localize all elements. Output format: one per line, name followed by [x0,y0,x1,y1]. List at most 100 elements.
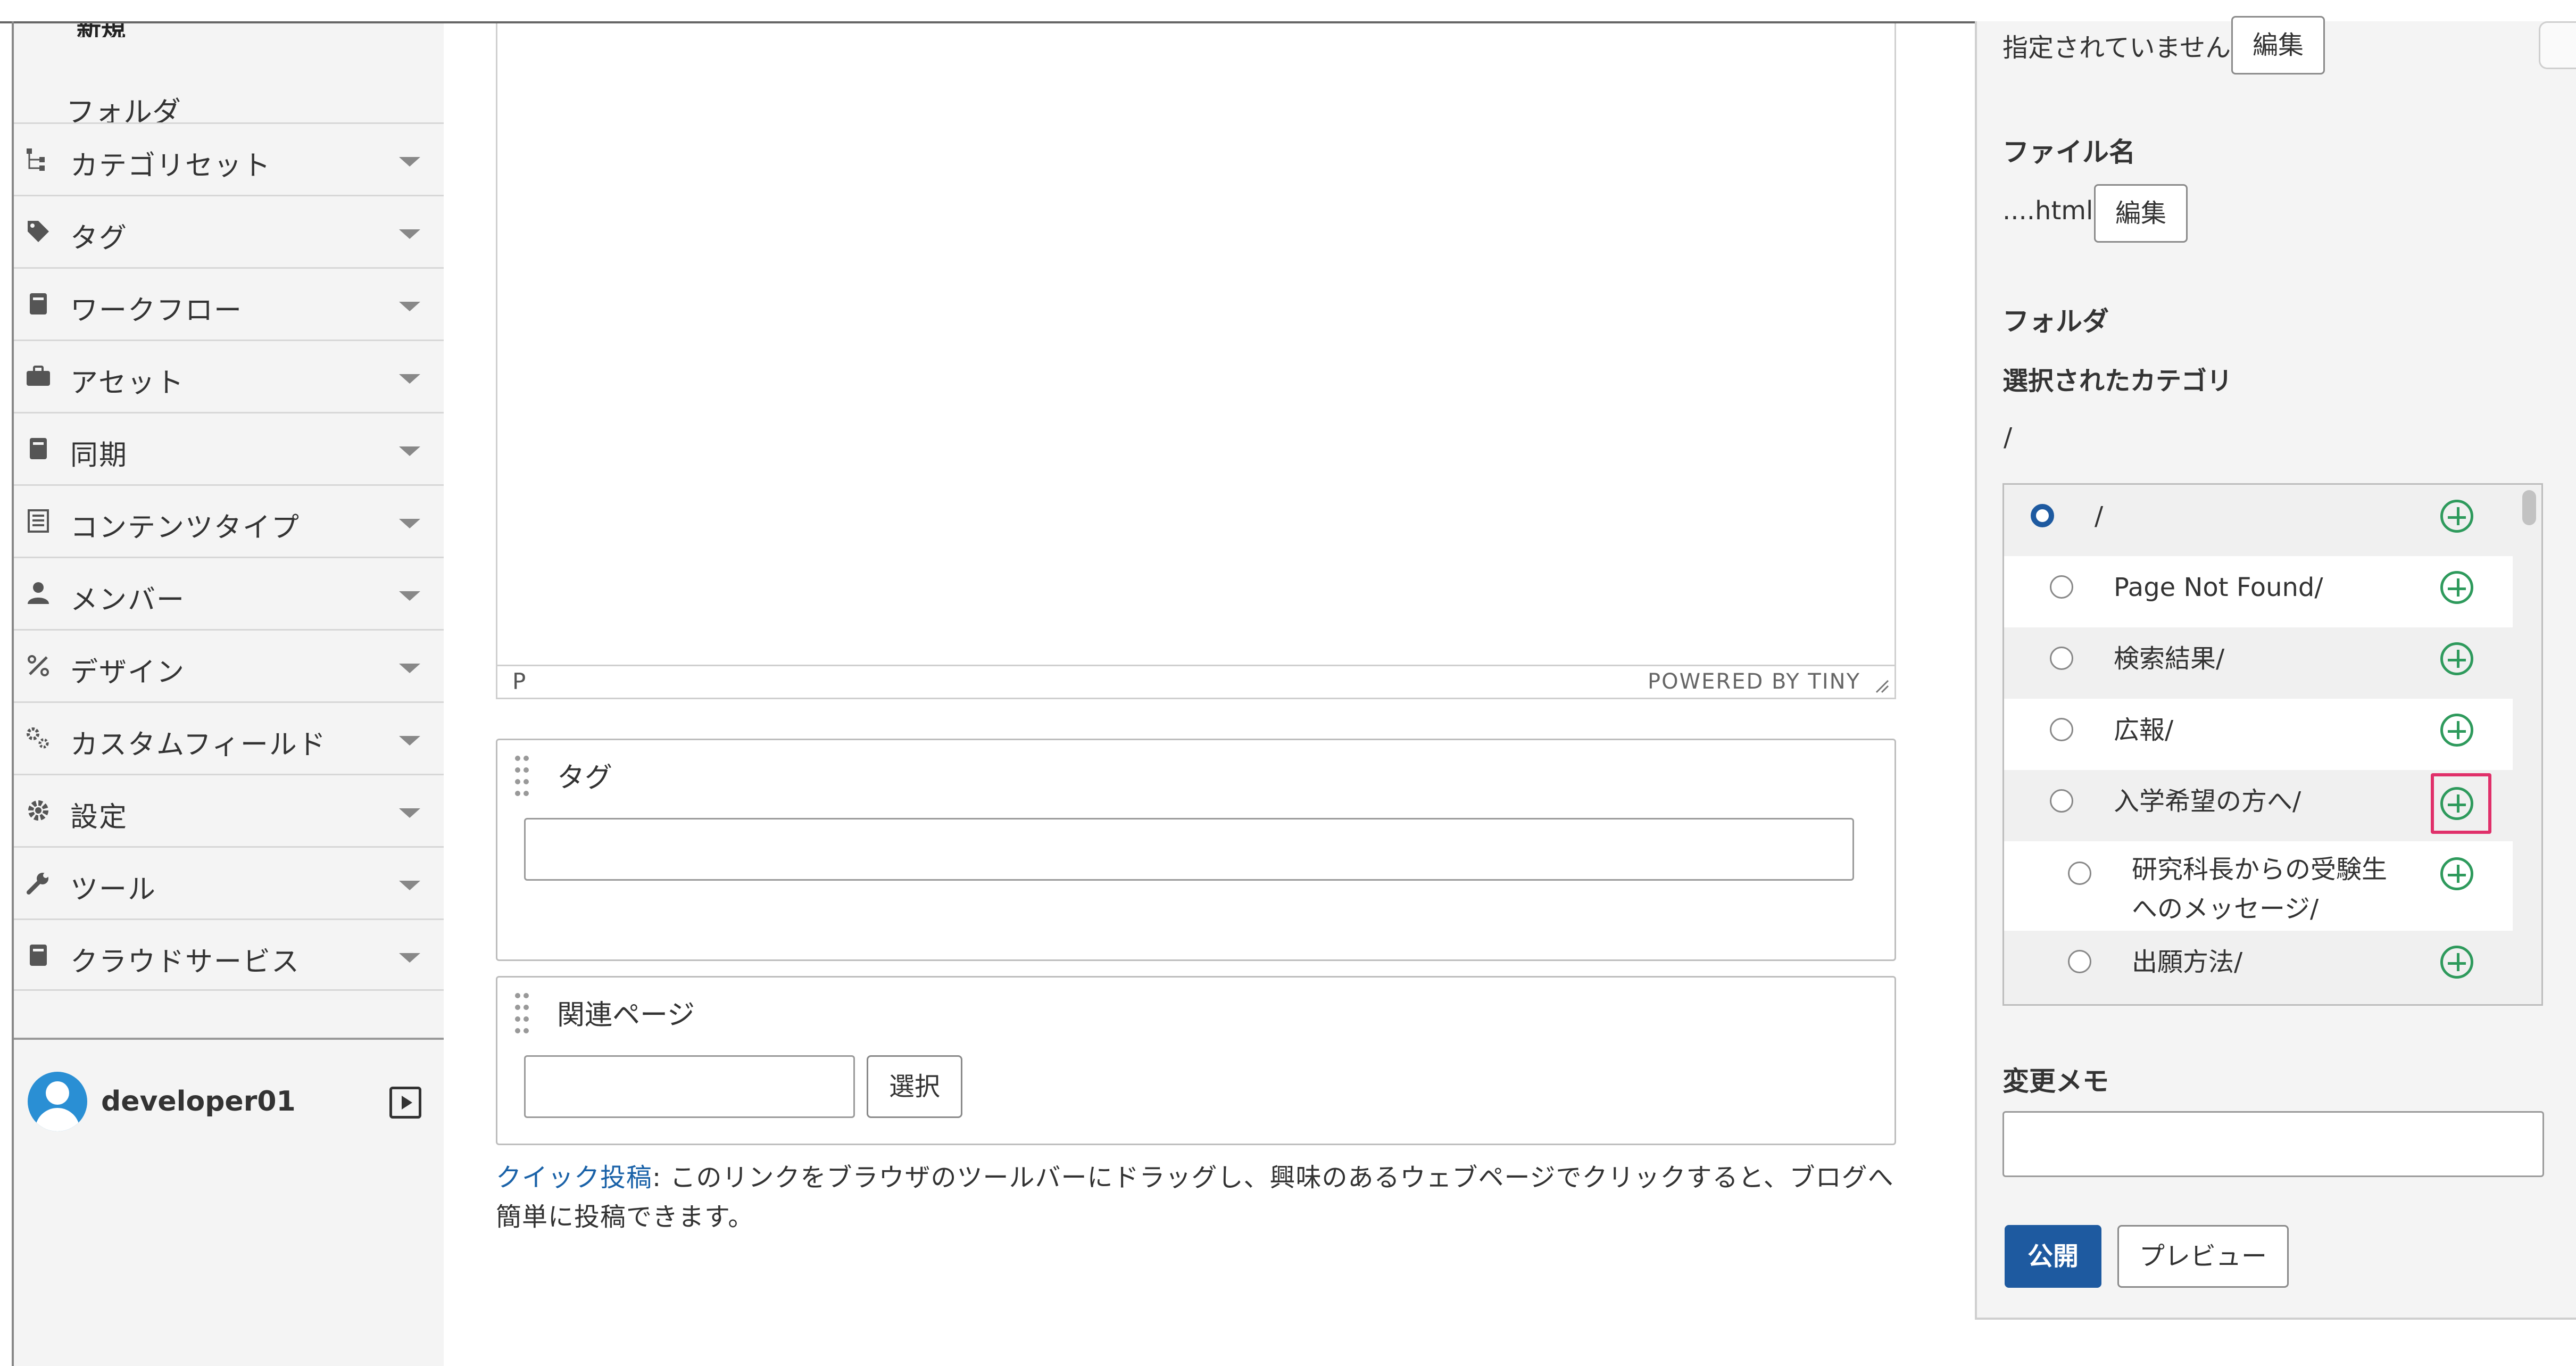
sidebar-item-design[interactable]: デザイン [14,629,444,701]
publish-date-status: 指定されていません [2002,33,2231,63]
category-row[interactable]: 研究科長からの受験生へのメッセージ/ [2004,841,2513,931]
tags-title: タグ [557,762,613,794]
category-tree-icon [27,148,45,171]
category-row[interactable]: 入学希望の方へ/ [2004,770,2513,841]
publish-settings-panel: 指定されていません 編集 ファイル名 ....html 編集 フォルダ 選択され… [1975,16,2576,1320]
design-icon [28,655,49,676]
sidebar-item-category-set[interactable]: カテゴリセット [14,122,444,195]
add-circle-icon[interactable] [2440,857,2473,890]
category-row[interactable]: / [2004,485,2513,556]
sidebar-divider [14,1038,444,1040]
panel-collapse-handle[interactable] [2539,21,2576,69]
add-circle-icon[interactable] [2440,642,2473,675]
sidebar-item-label: ワークフロー [70,295,243,327]
sidebar-item-label: 設定 [70,801,128,833]
chevron-down-icon[interactable] [399,157,420,167]
resize-handle-icon[interactable] [1873,677,1889,693]
tag-icon [28,221,49,242]
category-row[interactable]: Page Not Found/ [2004,556,2513,627]
publish-button[interactable]: 公開 [2005,1225,2101,1288]
category-row[interactable]: 出願方法/ [2004,931,2513,1002]
category-radio[interactable] [2068,950,2091,973]
editor-status-bar: P POWERED BY TINY [497,665,1894,698]
sidebar-item-asset[interactable]: アセット [14,340,444,412]
sidebar-item-workflow[interactable]: ワークフロー [14,267,444,340]
chevron-down-icon[interactable] [399,374,420,384]
chevron-down-icon[interactable] [399,591,420,601]
chevron-down-icon[interactable] [399,229,420,239]
sidebar-item-member[interactable]: メンバー [14,557,444,629]
category-radio[interactable] [2050,575,2073,599]
sidebar-item-label: カスタムフィールド [70,729,327,761]
chevron-down-icon[interactable] [399,953,420,963]
add-circle-icon[interactable] [2440,787,2473,820]
sidebar-item-tag[interactable]: タグ [14,195,444,267]
category-row[interactable]: 広報/ [2004,699,2513,770]
chevron-down-icon[interactable] [399,881,420,890]
cloud-service-icon [30,945,47,966]
folder-label: フォルダ [2002,306,2109,337]
wrench-icon [27,873,48,895]
content-type-icon [28,509,49,533]
select-button[interactable]: 選択 [867,1055,962,1118]
filename-label: ファイル名 [2002,137,2135,168]
change-memo-label: 変更メモ [2002,1066,2109,1097]
category-radio[interactable] [2031,504,2054,527]
chevron-down-icon[interactable] [399,446,420,456]
sync-icon [30,438,47,459]
powered-by-link[interactable]: POWERED BY TINY [1648,669,1860,694]
quickpost-text: : このリンクをブラウザのツールバーにドラッグし、興味のあるウェブページでクリッ… [496,1163,1894,1232]
element-path[interactable]: P [512,668,526,694]
sidebar-item-label: カテゴリセット [70,150,272,182]
sidebar-item-label: デザイン [70,657,186,689]
sidebar-item-cloud-service[interactable]: クラウドサービス [14,918,444,991]
filename-value: ....html [2002,196,2093,226]
sidebar-item-content-type[interactable]: コンテンツタイプ [14,484,444,557]
add-circle-icon[interactable] [2440,500,2473,533]
sidebar-item-label: 同期 [70,440,128,471]
chevron-down-icon[interactable] [399,302,420,311]
quickpost-note: クイック投稿: このリンクをブラウザのツールバーにドラッグし、興味のあるウェブペ… [496,1158,1900,1237]
sidebar-item-tools[interactable]: ツール [14,846,444,918]
category-scrollbar[interactable] [2522,490,2536,525]
sidebar-item-sync[interactable]: 同期 [14,412,444,484]
category-label: 広報/ [2114,715,2174,745]
selected-category-value: / [2004,423,2013,452]
sidebar-item-label: タグ [70,222,128,254]
change-memo-input[interactable] [2002,1111,2544,1177]
edit-filename-button[interactable]: 編集 [2094,184,2188,243]
expand-arrow-icon[interactable] [389,1087,421,1119]
quickpost-link[interactable]: クイック投稿 [496,1163,652,1193]
asset-briefcase-icon [27,366,50,386]
sidebar-item-settings[interactable]: 設定 [14,774,444,846]
tags-box: タグ [496,739,1896,961]
edit-date-button[interactable]: 編集 [2231,16,2325,74]
category-row[interactable]: 検索結果/ [2004,627,2513,699]
sidebar-item-custom-field[interactable]: カスタムフィールド [14,701,444,774]
add-circle-icon[interactable] [2440,946,2473,979]
category-radio[interactable] [2050,647,2073,670]
workflow-icon [30,293,47,314]
chevron-down-icon[interactable] [399,808,420,818]
category-radio[interactable] [2050,718,2073,741]
category-radio[interactable] [2068,862,2091,885]
chevron-down-icon[interactable] [399,736,420,746]
preview-button[interactable]: プレビュー [2117,1225,2289,1288]
add-circle-icon[interactable] [2440,571,2473,604]
sidebar-item-label: アセット [70,367,185,399]
category-label: 入学希望の方へ/ [2114,787,2301,816]
related-page-input[interactable] [524,1055,855,1118]
chevron-down-icon[interactable] [399,664,420,673]
chevron-down-icon[interactable] [399,519,420,528]
sidebar-partial-heading: 新規 [77,23,126,37]
drag-handle-icon[interactable] [513,754,530,799]
drag-handle-icon[interactable] [513,991,530,1036]
tags-input[interactable] [524,818,1854,881]
rich-text-editor[interactable]: P POWERED BY TINY [496,23,1896,699]
user-menu[interactable]: developer01 [22,1066,437,1141]
user-name: developer01 [101,1086,296,1117]
category-label: 検索結果/ [2114,644,2225,674]
add-circle-icon[interactable] [2440,714,2473,747]
category-list[interactable]: / Page Not Found/ 検索結果/ 広報/ 入学希望の方へ/ 研究科… [2002,483,2543,1006]
category-radio[interactable] [2050,789,2073,813]
